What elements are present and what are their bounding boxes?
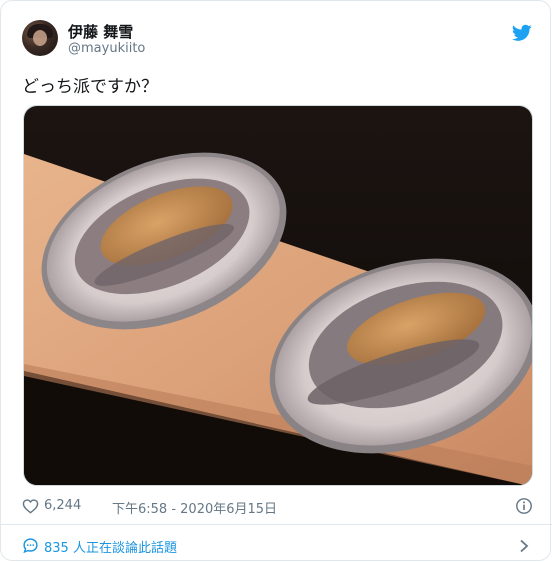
twitter-bird-icon[interactable] [512,24,532,42]
speech-bubble-icon [23,538,38,554]
tweet-photo[interactable] [23,105,533,486]
timestamp[interactable]: 下午6:58 - 2020年6月15日 [112,498,277,517]
chevron-right-icon[interactable] [519,539,529,553]
divider [1,524,552,525]
tweet-card: 伊藤 舞雪 @mayukiito どっち派ですか？ 6,244 下午6:58 -… [0,0,552,561]
conversation-link[interactable]: 835 人正在談論此話題 [22,537,533,556]
heart-icon[interactable] [22,498,39,514]
info-icon[interactable] [515,497,533,515]
tweet-meta: 6,244 下午6:58 - 2020年6月15日 [22,497,533,517]
author-handle[interactable]: @mayukiito [68,41,145,56]
tweet-text: どっち派ですか？ [22,77,158,97]
tweet-header: 伊藤 舞雪 @mayukiito [22,20,532,60]
author-name[interactable]: 伊藤 舞雪 [68,21,133,42]
like-count[interactable]: 6,244 [44,498,81,513]
avatar[interactable] [22,20,58,56]
conversation-count[interactable]: 835 人正在談論此話題 [44,537,177,556]
